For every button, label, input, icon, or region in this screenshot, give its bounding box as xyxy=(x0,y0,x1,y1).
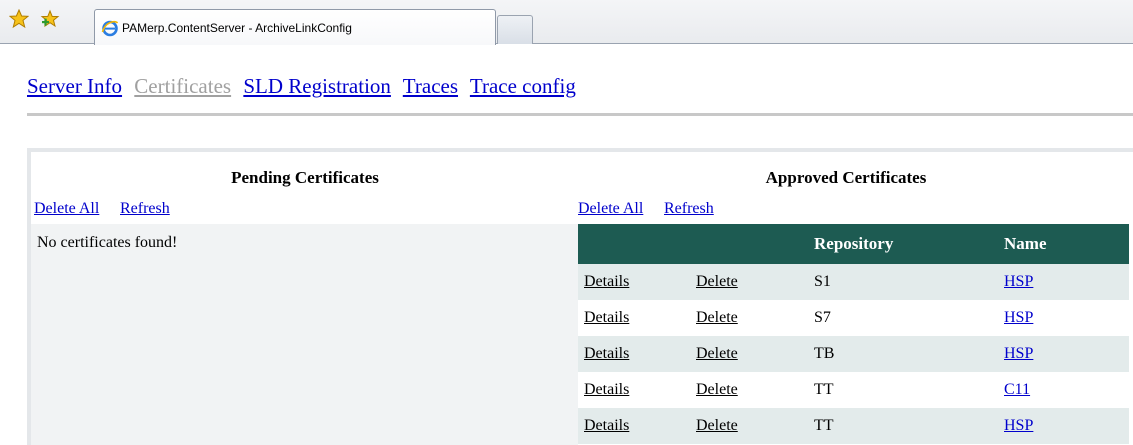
pending-certificates-panel: No certificates found! xyxy=(31,224,578,445)
add-favorite-icon[interactable] xyxy=(40,9,60,29)
name-link[interactable]: HSP xyxy=(1004,417,1033,434)
column-header-name: Name xyxy=(1000,224,1129,264)
table-row: Details Delete S7 HSP xyxy=(578,300,1129,336)
browser-tab-strip: PAMerp.ContentServer - ArchiveLinkConfig xyxy=(0,0,1133,45)
section-nav: Server Info Certificates SLD Registratio… xyxy=(27,74,583,99)
repository-cell: TT xyxy=(814,381,834,398)
delete-link[interactable]: Delete xyxy=(696,309,738,326)
nav-link-sld-registration[interactable]: SLD Registration xyxy=(243,74,391,98)
browser-tab-title: PAMerp.ContentServer - ArchiveLinkConfig xyxy=(122,20,352,35)
details-link[interactable]: Details xyxy=(584,345,629,362)
nav-divider xyxy=(27,113,1133,116)
name-link[interactable]: C11 xyxy=(1004,381,1030,398)
new-tab-button[interactable] xyxy=(497,15,533,44)
repository-cell: TT xyxy=(814,417,834,434)
delete-link[interactable]: Delete xyxy=(696,345,738,362)
nav-link-trace-config[interactable]: Trace config xyxy=(470,74,576,98)
repository-cell: S7 xyxy=(814,309,831,326)
nav-link-traces[interactable]: Traces xyxy=(403,74,458,98)
table-row: Details Delete S1 HSP xyxy=(578,264,1129,300)
approved-delete-all-link[interactable]: Delete All xyxy=(578,200,643,218)
nav-link-certificates[interactable]: Certificates xyxy=(134,74,231,98)
pending-delete-all-link[interactable]: Delete All xyxy=(34,200,99,218)
repository-cell: TB xyxy=(814,345,835,362)
details-link[interactable]: Details xyxy=(584,309,629,326)
delete-link[interactable]: Delete xyxy=(696,273,738,290)
column-header-details xyxy=(578,224,692,264)
name-link[interactable]: HSP xyxy=(1004,309,1033,326)
table-row: Details Delete TB HSP xyxy=(578,336,1129,372)
nav-link-server-info[interactable]: Server Info xyxy=(27,74,122,98)
table-header-row: Repository Name xyxy=(578,224,1129,264)
details-link[interactable]: Details xyxy=(584,273,629,290)
details-link[interactable]: Details xyxy=(584,417,629,434)
approved-certificates-table: Repository Name Details Delete S1 HSP De… xyxy=(578,224,1129,444)
column-header-delete xyxy=(692,224,810,264)
pending-certificates-title: Pending Certificates xyxy=(231,168,379,187)
empty-message: No certificates found! xyxy=(37,234,178,251)
table-row: Details Delete TT HSP xyxy=(578,408,1129,444)
name-link[interactable]: HSP xyxy=(1004,273,1033,290)
favorites-star-icon[interactable] xyxy=(9,9,29,29)
table-row: Details Delete TT C11 xyxy=(578,372,1129,408)
delete-link[interactable]: Delete xyxy=(696,381,738,398)
name-link[interactable]: HSP xyxy=(1004,345,1033,362)
approved-certificates-title: Approved Certificates xyxy=(765,168,927,187)
internet-explorer-icon xyxy=(101,20,119,36)
pending-refresh-link[interactable]: Refresh xyxy=(120,200,170,218)
delete-link[interactable]: Delete xyxy=(696,417,738,434)
certificates-frame: Pending Certificates Approved Certificat… xyxy=(27,148,1133,445)
repository-cell: S1 xyxy=(814,273,831,290)
browser-tab-active[interactable]: PAMerp.ContentServer - ArchiveLinkConfig xyxy=(94,9,496,45)
details-link[interactable]: Details xyxy=(584,381,629,398)
column-header-repository: Repository xyxy=(810,224,1000,264)
approved-refresh-link[interactable]: Refresh xyxy=(664,200,714,218)
